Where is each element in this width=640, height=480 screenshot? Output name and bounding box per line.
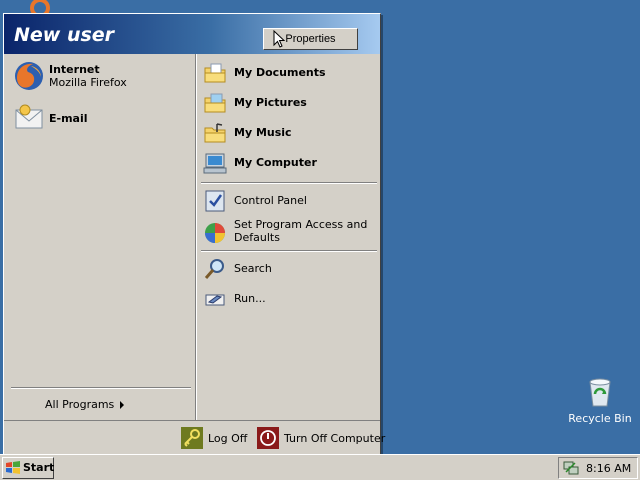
menu-item-my-music[interactable]: My Music — [203, 121, 377, 147]
menu-item-control-panel[interactable]: Control Panel — [203, 189, 377, 215]
log-off-button[interactable]: Log Off — [181, 427, 247, 451]
pinned-item-email[interactable]: E-mail — [13, 102, 191, 138]
start-menu-footer: Log Off Turn Off Computer — [4, 420, 385, 455]
power-icon — [257, 427, 279, 449]
email-icon — [13, 102, 45, 134]
clock[interactable]: 8:16 AM — [586, 462, 631, 475]
firefox-icon — [13, 60, 45, 92]
start-label: Start — [23, 461, 55, 474]
places-column: My Documents My Pictures My Music My Com… — [197, 54, 380, 420]
start-menu: New user Properties Internet Mozilla Fir… — [3, 13, 385, 456]
menu-item-label: My Computer — [234, 156, 317, 169]
recycle-bin[interactable]: Recycle Bin — [568, 376, 632, 428]
recycle-bin-icon — [584, 376, 616, 408]
computer-icon — [203, 151, 227, 175]
right-separator — [201, 250, 377, 252]
mouse-cursor-icon — [273, 29, 286, 48]
user-name: New user — [14, 24, 115, 46]
turn-off-computer-button[interactable]: Turn Off Computer — [257, 427, 385, 451]
system-tray: 8:16 AM — [558, 457, 638, 479]
pinned-item-subtitle: Mozilla Firefox — [49, 76, 127, 89]
taskbar: Start 8:16 AM — [0, 454, 640, 480]
folder-pictures-icon — [203, 91, 227, 115]
control-panel-icon — [203, 189, 227, 213]
menu-item-search[interactable]: Search — [203, 257, 377, 283]
all-programs-button[interactable]: All Programs — [45, 398, 145, 414]
folder-music-icon — [203, 121, 227, 145]
pinned-programs: Internet Mozilla Firefox E-mail All Prog… — [5, 54, 195, 420]
key-icon — [181, 427, 203, 449]
network-icon[interactable] — [563, 460, 579, 476]
program-access-icon — [203, 221, 227, 245]
menu-item-program-access[interactable]: Set Program Access and Defaults — [203, 218, 377, 249]
menu-item-label: My Documents — [234, 66, 326, 79]
recycle-bin-label: Recycle Bin — [568, 412, 632, 425]
windows-logo-icon — [5, 460, 21, 476]
right-arrow-icon — [120, 401, 124, 409]
menu-item-label: My Pictures — [234, 96, 307, 109]
right-separator — [201, 182, 377, 184]
desktop-partial-icon[interactable] — [24, 0, 56, 14]
turn-off-label: Turn Off Computer — [284, 432, 386, 445]
left-separator — [11, 387, 191, 389]
start-button[interactable]: Start — [2, 457, 54, 479]
all-programs-label: All Programs — [45, 398, 115, 411]
menu-item-run[interactable]: Run... — [203, 287, 377, 313]
folder-documents-icon — [203, 61, 227, 85]
menu-item-my-documents[interactable]: My Documents — [203, 61, 377, 87]
pinned-item-internet[interactable]: Internet Mozilla Firefox — [13, 60, 191, 96]
start-menu-header: New user Properties — [4, 14, 380, 54]
pinned-item-title: E-mail — [49, 112, 88, 125]
menu-item-my-computer[interactable]: My Computer — [203, 151, 377, 177]
menu-item-label: Search — [234, 262, 272, 275]
menu-item-my-pictures[interactable]: My Pictures — [203, 91, 377, 117]
menu-item-label: Run... — [234, 292, 266, 305]
search-icon — [203, 257, 227, 281]
pinned-item-title: Internet — [49, 63, 100, 76]
log-off-label: Log Off — [208, 432, 248, 445]
menu-item-label: My Music — [234, 126, 292, 139]
menu-item-label: Set Program Access and Defaults — [234, 218, 368, 244]
run-icon — [203, 287, 227, 311]
menu-item-label: Control Panel — [234, 194, 307, 207]
